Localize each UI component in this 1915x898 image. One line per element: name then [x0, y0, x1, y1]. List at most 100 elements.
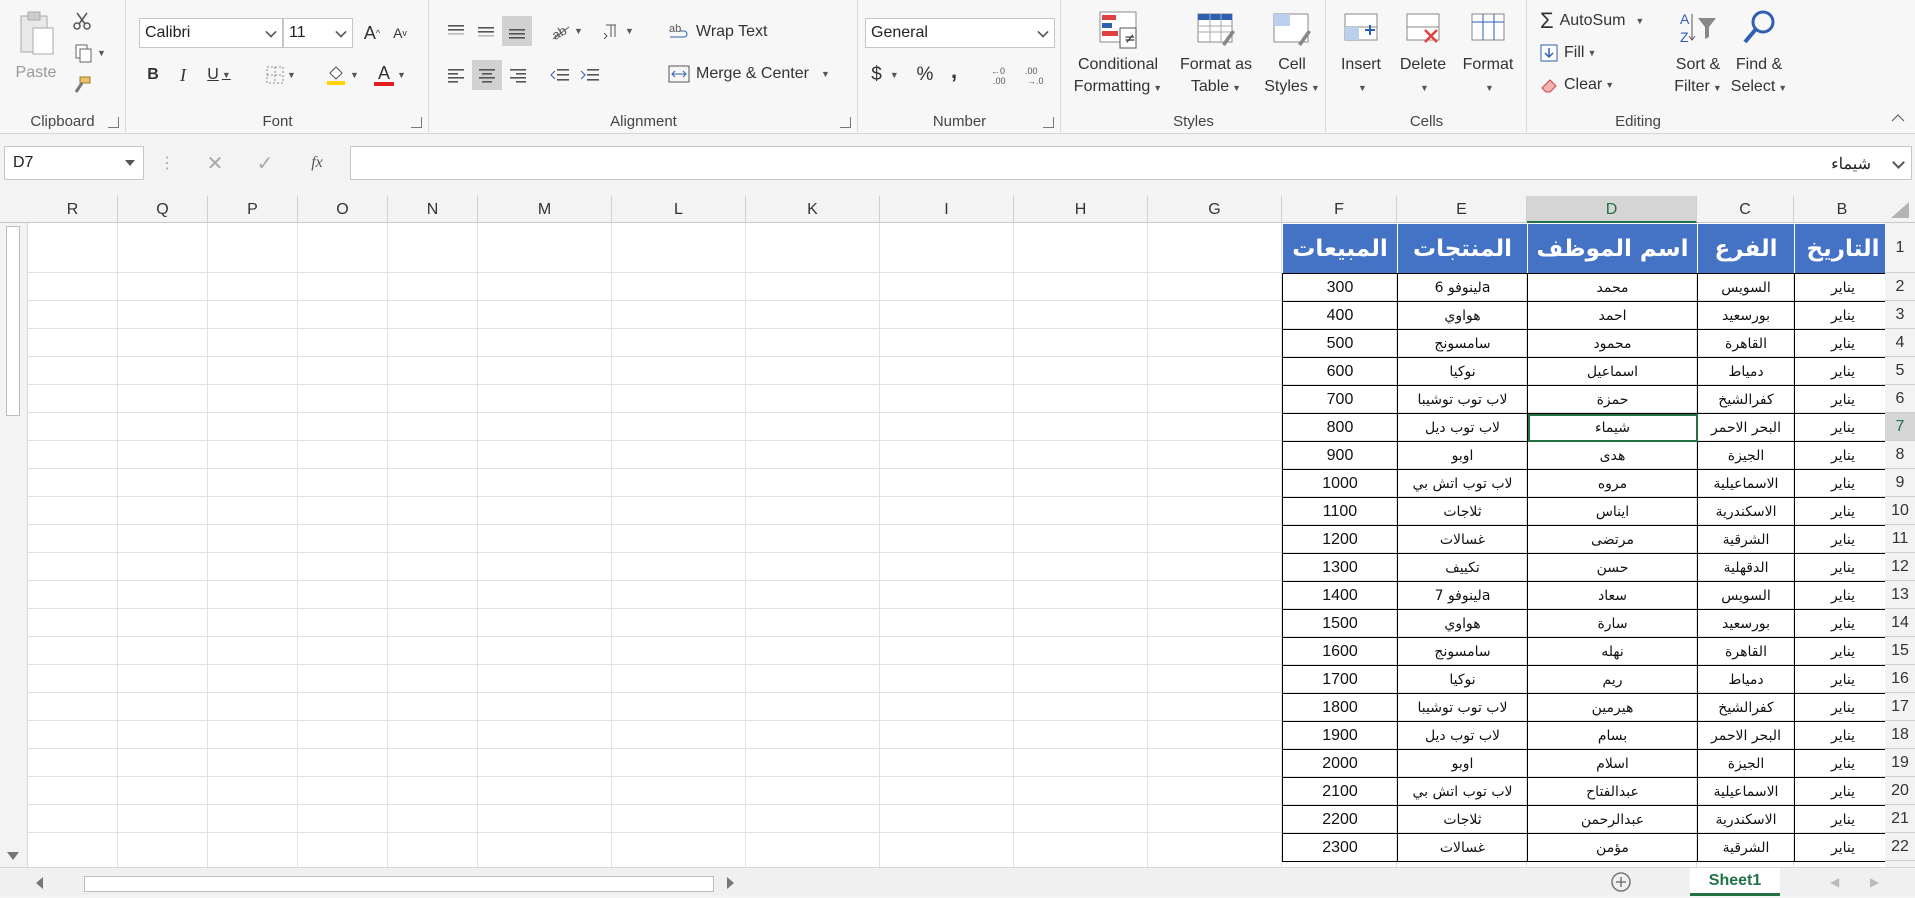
table-cell[interactable]: لينوفو 6a — [1397, 273, 1528, 302]
table-cell[interactable]: ايناس — [1527, 497, 1698, 526]
table-cell[interactable]: السويس — [1697, 273, 1795, 302]
table-cell[interactable]: الاسكندرية — [1697, 497, 1795, 526]
table-cell[interactable]: يناير — [1794, 665, 1885, 694]
column-header-q[interactable]: Q — [118, 196, 208, 223]
table-cell[interactable]: يناير — [1794, 413, 1885, 442]
table-cell[interactable]: يناير — [1794, 693, 1885, 722]
table-cell[interactable]: الاسماعيلية — [1697, 777, 1795, 806]
table-cell[interactable]: كفرالشيخ — [1697, 385, 1795, 414]
italic-button[interactable]: I — [169, 60, 197, 90]
conditional-formatting-button[interactable]: ≠ Conditional Formatting ▼ — [1072, 10, 1164, 99]
table-cell[interactable]: 2200 — [1282, 805, 1398, 834]
scroll-left-icon[interactable] — [34, 876, 44, 895]
table-cell[interactable]: هواوي — [1397, 301, 1528, 330]
table-cell[interactable]: يناير — [1794, 581, 1885, 610]
table-cell[interactable]: يناير — [1794, 273, 1885, 302]
table-cell[interactable]: هدى — [1527, 441, 1698, 470]
orientation-button[interactable]: ab ▼ — [546, 18, 586, 44]
table-cell[interactable]: دمياط — [1697, 665, 1795, 694]
row-header-12[interactable]: 12 — [1885, 553, 1915, 581]
row-header-21[interactable]: 21 — [1885, 805, 1915, 833]
column-header-i[interactable]: I — [880, 196, 1014, 223]
table-cell[interactable]: ثلاجات — [1397, 497, 1528, 526]
align-left-button[interactable] — [442, 62, 470, 88]
sheet-nav-right-icon[interactable]: ▶ — [1870, 875, 1879, 889]
table-cell[interactable]: ثلاجات — [1397, 805, 1528, 834]
table-cell[interactable]: عبدالرحمن — [1527, 805, 1698, 834]
horizontal-scroll-thumb[interactable] — [84, 876, 714, 892]
table-cell[interactable]: الجيزة — [1697, 749, 1795, 778]
sheet-tab-sheet1[interactable]: Sheet1 — [1690, 868, 1780, 896]
table-cell[interactable]: القاهرة — [1697, 637, 1795, 666]
column-header-m[interactable]: M — [478, 196, 612, 223]
column-header-f[interactable]: F — [1282, 196, 1397, 223]
table-cell[interactable]: يناير — [1794, 721, 1885, 750]
table-cell[interactable]: الدقهلية — [1697, 553, 1795, 582]
column-header-o[interactable]: O — [298, 196, 388, 223]
align-top-button[interactable] — [442, 18, 470, 44]
sheet-nav-left-icon[interactable]: ◀ — [1830, 875, 1839, 889]
table-cell[interactable]: احمد — [1527, 301, 1698, 330]
column-header-d[interactable]: D — [1527, 196, 1697, 223]
table-cell[interactable]: الاسماعيلية — [1697, 469, 1795, 498]
scroll-down-icon[interactable] — [6, 849, 20, 867]
table-cell[interactable]: دمياط — [1697, 357, 1795, 386]
number-format-dropdown[interactable]: General — [865, 18, 1055, 48]
paste-button[interactable]: Paste — [8, 10, 64, 84]
table-header-cell[interactable]: المنتجات — [1397, 223, 1528, 274]
table-cell[interactable]: 400 — [1282, 301, 1398, 330]
row-header-7[interactable]: 7 — [1885, 413, 1915, 441]
table-cell[interactable]: يناير — [1794, 553, 1885, 582]
format-painter-button[interactable] — [68, 72, 96, 98]
row-header-17[interactable]: 17 — [1885, 693, 1915, 721]
table-cell[interactable]: 500 — [1282, 329, 1398, 358]
font-color-button[interactable]: A ▼ — [367, 60, 413, 90]
format-as-table-button[interactable]: Format as Table ▼ — [1174, 10, 1258, 99]
borders-button[interactable]: ▼ — [259, 60, 303, 90]
table-cell[interactable]: البحر الاحمر — [1697, 413, 1795, 442]
table-cell[interactable]: بورسعيد — [1697, 301, 1795, 330]
comma-style-button[interactable]: , — [943, 56, 965, 86]
table-cell[interactable]: محمود — [1527, 329, 1698, 358]
increase-indent-button[interactable] — [576, 62, 604, 88]
table-cell[interactable]: سارة — [1527, 609, 1698, 638]
table-cell[interactable]: يناير — [1794, 833, 1885, 862]
format-button[interactable]: Format ▼ — [1455, 10, 1521, 99]
formula-input[interactable]: شيماء — [350, 146, 1912, 180]
decrease-indent-button[interactable] — [546, 62, 574, 88]
table-cell[interactable]: حسن — [1527, 553, 1698, 582]
increase-decimal-button[interactable]: ←0.00 — [987, 60, 1017, 90]
table-cell[interactable]: حمزة — [1527, 385, 1698, 414]
column-header-k[interactable]: K — [746, 196, 880, 223]
table-cell[interactable]: 2300 — [1282, 833, 1398, 862]
new-sheet-button[interactable] — [1610, 871, 1632, 898]
align-right-button[interactable] — [504, 62, 532, 88]
table-cell[interactable]: يناير — [1794, 469, 1885, 498]
column-header-g[interactable]: G — [1148, 196, 1282, 223]
vertical-scroll-thumb[interactable] — [6, 226, 20, 416]
worksheet-grid[interactable]: المبيعاتالمنتجاتاسم الموظفالفرعالتاريخم … — [28, 223, 1885, 867]
table-cell[interactable]: 900 — [1282, 441, 1398, 470]
table-cell[interactable]: اوبو — [1397, 749, 1528, 778]
table-cell[interactable]: سامسونج — [1397, 637, 1528, 666]
insert-button[interactable]: Insert ▼ — [1331, 10, 1391, 99]
wrap-text-button[interactable]: ab Wrap Text — [668, 18, 788, 46]
table-cell[interactable]: لاب توب ديل — [1397, 413, 1528, 442]
table-cell[interactable]: يناير — [1794, 805, 1885, 834]
table-cell[interactable]: 1000 — [1282, 469, 1398, 498]
row-header-9[interactable]: 9 — [1885, 469, 1915, 497]
rtl-direction-button[interactable]: ▼ — [598, 18, 638, 44]
table-cell[interactable]: الشرقية — [1697, 833, 1795, 862]
row-header-19[interactable]: 19 — [1885, 749, 1915, 777]
table-cell[interactable]: نهله — [1527, 637, 1698, 666]
table-cell[interactable]: يناير — [1794, 385, 1885, 414]
find-select-button[interactable]: Find & Select ▼ — [1728, 8, 1790, 99]
font-name-dropdown[interactable]: Calibri — [139, 18, 283, 48]
table-cell[interactable]: اوبو — [1397, 441, 1528, 470]
column-header-e[interactable]: E — [1397, 196, 1527, 223]
table-cell[interactable]: لاب توب اتش بي — [1397, 469, 1528, 498]
row-header-14[interactable]: 14 — [1885, 609, 1915, 637]
fill-color-button[interactable]: ▼ — [319, 60, 365, 90]
table-cell[interactable]: نوكيا — [1397, 665, 1528, 694]
table-cell[interactable]: لاب توب ديل — [1397, 721, 1528, 750]
